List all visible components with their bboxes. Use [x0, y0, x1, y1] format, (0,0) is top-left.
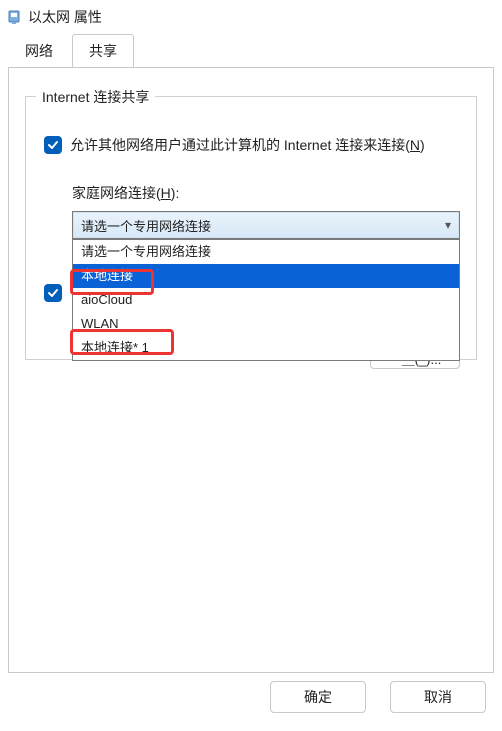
combo-selected-text: 请选一个专用网络连接 [81, 216, 211, 235]
home-network-label: 家庭网络连接(H): [72, 183, 460, 203]
allow-sharing-label: 允许其他网络用户通过此计算机的 Internet 连接来连接(N) [70, 135, 425, 155]
ics-legend: Internet 连接共享 [36, 87, 155, 107]
tabbar: 网络 共享 [0, 34, 502, 68]
ok-button[interactable]: 确定 [270, 681, 366, 713]
allow-sharing-checkbox[interactable] [44, 136, 62, 154]
allow-control-checkbox[interactable] [44, 284, 62, 302]
home-network-combo-wrap: 请选一个专用网络连接 ▾ 请选一个专用网络连接 本地连接 aioCloud WL… [72, 211, 460, 239]
combo-option[interactable]: 本地连接 [73, 264, 459, 288]
tab-network[interactable]: 网络 [8, 34, 70, 67]
dialog-footer: 确定 取消 [0, 681, 502, 731]
properties-window: 以太网 属性 网络 共享 Internet 连接共享 允许其他网络用户通过此计算… [0, 0, 502, 731]
ics-groupbox: Internet 连接共享 允许其他网络用户通过此计算机的 Internet 连… [25, 96, 477, 360]
combo-option[interactable]: WLAN [73, 312, 459, 336]
home-network-combo[interactable]: 请选一个专用网络连接 ▾ [72, 211, 460, 239]
combo-option[interactable]: 本地连接* 1 [73, 336, 459, 360]
home-network-dropdown: 请选一个专用网络连接 本地连接 aioCloud WLAN 本地连接* 1 [72, 239, 460, 361]
allow-sharing-row[interactable]: 允许其他网络用户通过此计算机的 Internet 连接来连接(N) [44, 135, 460, 155]
ethernet-icon [6, 9, 22, 25]
chevron-down-icon: ▾ [445, 218, 451, 232]
cancel-button[interactable]: 取消 [390, 681, 486, 713]
combo-option[interactable]: 请选一个专用网络连接 [73, 240, 459, 264]
combo-option[interactable]: aioCloud [73, 288, 459, 312]
titlebar: 以太网 属性 [0, 0, 502, 34]
sharing-tab-panel: Internet 连接共享 允许其他网络用户通过此计算机的 Internet 连… [8, 67, 494, 673]
window-title: 以太网 属性 [28, 7, 102, 27]
tab-sharing[interactable]: 共享 [72, 34, 134, 68]
